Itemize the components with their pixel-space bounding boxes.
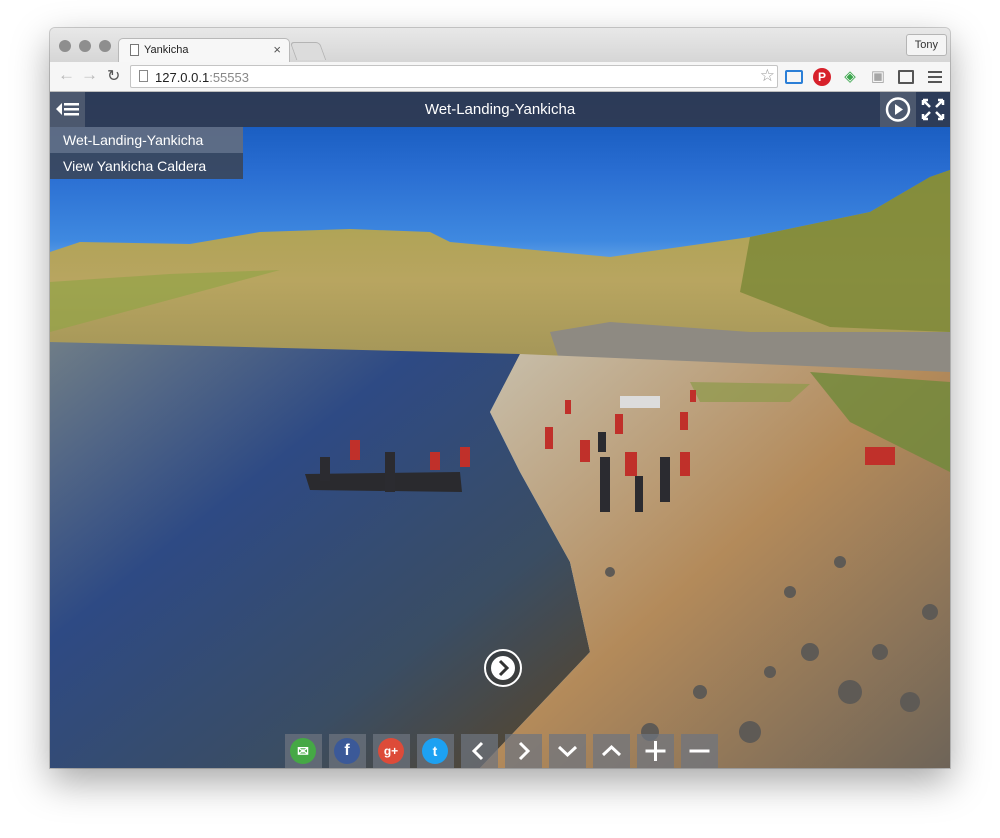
facebook-icon: f xyxy=(334,738,360,764)
chevron-right-icon xyxy=(491,656,515,680)
viewer-top-bar: Wet-Landing-Yankicha xyxy=(50,92,950,127)
url-port: :55553 xyxy=(209,70,249,85)
tab-yankicha[interactable]: Yankicha × xyxy=(118,38,290,63)
url-text: 127.0.0.1:55553 xyxy=(155,70,249,85)
eye-icon[interactable]: ◈ xyxy=(841,68,859,86)
scene-menu-item-caldera[interactable]: View Yankicha Caldera xyxy=(50,153,243,179)
pan-right-button[interactable] xyxy=(505,734,542,768)
chevron-left-icon xyxy=(471,741,484,761)
title-bar: Yankicha × Tony xyxy=(50,28,950,63)
google-plus-icon: g+ xyxy=(378,738,404,764)
tab-close-icon[interactable]: × xyxy=(273,42,281,57)
plus-icon xyxy=(645,741,666,761)
next-scene-hotspot[interactable] xyxy=(484,649,522,687)
fullscreen-icon[interactable] xyxy=(916,92,950,127)
camera-icon[interactable]: ▣ xyxy=(869,68,887,86)
scene-title: Wet-Landing-Yankicha xyxy=(424,101,576,118)
pan-left-button[interactable] xyxy=(461,734,498,768)
scene-menu-item-wet-landing[interactable]: Wet-Landing-Yankicha xyxy=(50,127,243,153)
share-twitter-button[interactable]: t xyxy=(417,734,454,768)
chevron-down-icon xyxy=(557,745,578,758)
page-icon xyxy=(130,44,139,56)
panorama-viewer[interactable]: Wet-Landing-Yankicha Wet-Landing-Yankich… xyxy=(50,92,950,768)
twitter-icon: t xyxy=(422,738,448,764)
new-tab-button[interactable] xyxy=(289,42,327,60)
chevron-up-icon xyxy=(601,744,622,757)
maximize-window-button[interactable] xyxy=(99,40,111,52)
autoplay-icon[interactable] xyxy=(880,92,916,127)
pan-down-button[interactable] xyxy=(549,734,586,768)
reload-icon[interactable]: ↻ xyxy=(107,66,120,86)
scene-menu: Wet-Landing-Yankicha View Yankicha Calde… xyxy=(50,127,243,179)
page-icon xyxy=(139,70,148,82)
bookmark-star-icon[interactable]: ☆ xyxy=(760,66,775,86)
minimize-window-button[interactable] xyxy=(79,40,91,52)
pan-up-button[interactable] xyxy=(593,734,630,768)
share-email-button[interactable]: ✉ xyxy=(285,734,322,768)
zoom-in-button[interactable] xyxy=(637,734,674,768)
url-host: 127.0.0.1 xyxy=(155,70,210,85)
share-google-plus-button[interactable]: g+ xyxy=(373,734,410,768)
tab-title: Yankicha xyxy=(144,44,189,56)
email-icon: ✉ xyxy=(290,738,316,764)
browser-window: Yankicha × Tony ← → ↻ 127.0.0.1:55553 ☆ … xyxy=(50,28,950,768)
address-bar[interactable]: 127.0.0.1:55553 ☆ xyxy=(130,65,778,88)
pinterest-icon[interactable]: P xyxy=(813,68,831,86)
minus-icon xyxy=(689,749,710,753)
zoom-out-button[interactable] xyxy=(681,734,718,768)
close-window-button[interactable] xyxy=(59,40,71,52)
menu-icon[interactable] xyxy=(926,68,944,86)
profile-button[interactable]: Tony xyxy=(905,34,947,56)
browser-toolbar: ← → ↻ 127.0.0.1:55553 ☆ P ◈ ▣ xyxy=(50,62,950,92)
back-arrow-icon[interactable]: ← xyxy=(58,65,75,85)
cast-icon[interactable] xyxy=(785,70,803,84)
frame-icon[interactable] xyxy=(898,70,914,84)
chevron-right-icon xyxy=(518,741,531,761)
share-facebook-button[interactable]: f xyxy=(329,734,366,768)
forward-arrow-icon[interactable]: → xyxy=(81,65,98,85)
